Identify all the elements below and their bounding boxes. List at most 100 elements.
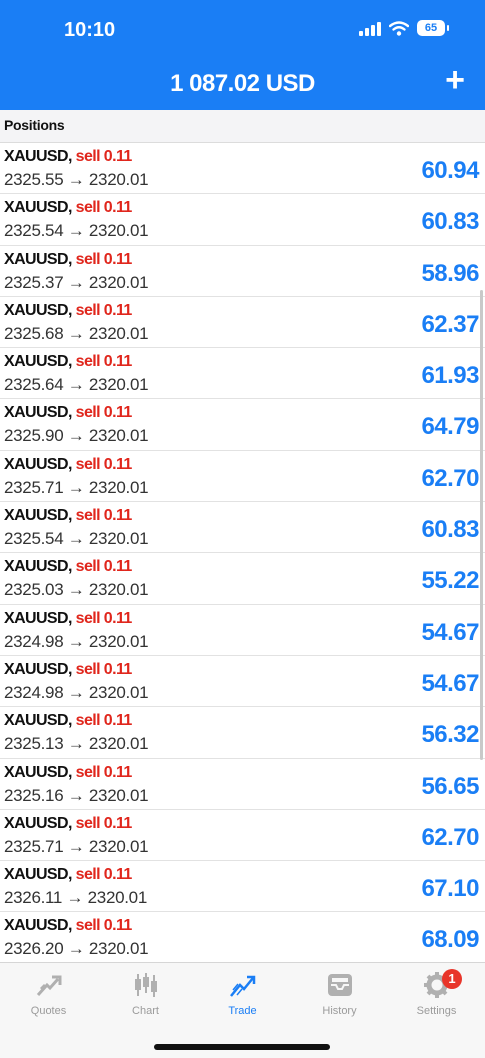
notification-badge: 1 — [442, 969, 462, 989]
position-symbol: XAUUSD, — [4, 558, 72, 576]
position-row[interactable]: XAUUSD, sell 0.11 2325.90 → 2320.01 64.79 — [0, 399, 485, 451]
position-type: sell 0.11 — [75, 558, 133, 576]
position-type: sell 0.11 — [75, 917, 133, 935]
position-title: XAUUSD, sell 0.11 — [4, 558, 132, 576]
position-prices: 2324.98 → 2320.01 — [4, 631, 149, 651]
trade-icon — [229, 975, 255, 997]
position-row[interactable]: XAUUSD, sell 0.11 2325.13 → 2320.01 56.32 — [0, 707, 485, 759]
position-symbol: XAUUSD, — [4, 199, 72, 217]
position-profit: 60.94 — [421, 157, 479, 184]
position-prices: 2325.68 → 2320.01 — [4, 323, 149, 343]
position-prices: 2325.03 → 2320.01 — [4, 580, 149, 600]
position-prices: 2326.11 → 2320.01 — [4, 888, 147, 908]
tab-label: Settings — [416, 1005, 457, 1017]
position-type: sell 0.11 — [75, 353, 133, 371]
position-profit: 60.83 — [421, 516, 479, 544]
position-type: sell 0.11 — [75, 507, 133, 525]
status-icons: 65 — [359, 20, 449, 36]
position-type: sell 0.11 — [75, 866, 133, 884]
position-prices: 2325.54 → 2320.01 — [4, 221, 149, 241]
position-type: sell 0.11 — [75, 763, 133, 781]
position-profit: 61.93 — [421, 362, 479, 390]
position-prices: 2325.16 → 2320.01 — [4, 785, 149, 805]
position-prices: 2324.98 → 2320.01 — [4, 682, 149, 702]
position-title: XAUUSD, sell 0.11 — [4, 866, 132, 884]
position-title: XAUUSD, sell 0.11 — [4, 456, 132, 474]
position-row[interactable]: XAUUSD, sell 0.11 2325.54 → 2320.01 60.83 — [0, 502, 485, 554]
position-profit: 55.22 — [421, 567, 479, 595]
tab-settings[interactable]: 1 Settings — [388, 969, 485, 1017]
position-profit: 54.67 — [421, 669, 479, 697]
position-profit: 56.32 — [421, 721, 479, 749]
position-symbol: XAUUSD, — [4, 917, 72, 935]
position-profit: 62.70 — [421, 464, 479, 492]
position-prices: 2326.20 → 2320.01 — [4, 939, 149, 959]
position-row[interactable]: XAUUSD, sell 0.11 2325.68 → 2320.01 62.37 — [0, 297, 485, 349]
position-symbol: XAUUSD, — [4, 814, 72, 832]
position-prices: 2325.71 → 2320.01 — [4, 836, 149, 856]
history-icon — [327, 974, 352, 996]
position-type: sell 0.11 — [75, 199, 133, 217]
home-indicator — [154, 1044, 330, 1050]
position-title: XAUUSD, sell 0.11 — [4, 302, 132, 320]
tab-history[interactable]: History — [291, 971, 388, 1017]
position-row[interactable]: XAUUSD, sell 0.11 2325.03 → 2320.01 55.22 — [0, 553, 485, 605]
position-row[interactable]: XAUUSD, sell 0.11 2324.98 → 2320.01 54.67 — [0, 656, 485, 708]
positions-section-header: Positions — [0, 110, 485, 143]
position-profit: 62.37 — [421, 310, 479, 338]
position-row[interactable]: XAUUSD, sell 0.11 2325.55 → 2320.01 60.94 — [0, 143, 485, 195]
position-type: sell 0.11 — [75, 455, 133, 473]
position-symbol: XAUUSD, — [4, 763, 72, 781]
position-title: XAUUSD, sell 0.11 — [4, 353, 132, 371]
position-profit: 67.10 — [421, 875, 479, 903]
positions-list: XAUUSD, sell 0.11 2325.55 → 2320.01 60.94 X… — [0, 143, 485, 964]
position-row[interactable]: XAUUSD, sell 0.11 2325.16 → 2320.01 56.65 — [0, 759, 485, 810]
position-prices: 2325.90 → 2320.01 — [4, 426, 149, 446]
position-profit: 54.67 — [421, 618, 479, 646]
position-symbol: XAUUSD, — [4, 353, 72, 371]
position-row[interactable]: XAUUSD, sell 0.11 2326.20 → 2320.01 68.09 — [0, 912, 485, 964]
position-row[interactable]: XAUUSD, sell 0.11 2325.54 → 2320.01 60.83 — [0, 194, 485, 246]
position-symbol: XAUUSD, — [4, 404, 72, 422]
battery-icon: 65 — [417, 20, 449, 36]
add-order-button[interactable]: + — [445, 60, 465, 100]
tab-label: Chart — [132, 1005, 159, 1017]
position-type: sell 0.11 — [75, 609, 133, 627]
position-title: XAUUSD, sell 0.11 — [4, 815, 132, 833]
position-title: XAUUSD, sell 0.11 — [4, 199, 132, 217]
position-profit: 56.65 — [421, 772, 479, 800]
position-row[interactable]: XAUUSD, sell 0.11 2325.71 → 2320.01 62.70 — [0, 810, 485, 862]
position-profit: 68.09 — [421, 926, 479, 954]
position-row[interactable]: XAUUSD, sell 0.11 2325.71 → 2320.01 62.70 — [0, 451, 485, 503]
position-symbol: XAUUSD, — [4, 660, 72, 678]
position-row[interactable]: XAUUSD, sell 0.11 2326.11 → 2320.01 67.10 — [0, 861, 485, 913]
position-row[interactable]: XAUUSD, sell 0.11 2324.98 → 2320.01 54.67 — [0, 605, 485, 656]
position-row[interactable]: XAUUSD, sell 0.11 2325.64 → 2320.01 61.93 — [0, 348, 485, 400]
position-row[interactable]: XAUUSD, sell 0.11 2325.37 → 2320.01 58.96 — [0, 246, 485, 297]
position-title: XAUUSD, sell 0.11 — [4, 251, 132, 269]
position-symbol: XAUUSD, — [4, 301, 72, 319]
balance-title: 1 087.02 USD — [170, 70, 315, 97]
tab-chart[interactable]: Chart — [97, 971, 194, 1017]
position-title: XAUUSD, sell 0.11 — [4, 404, 132, 422]
tab-trade[interactable]: Trade — [194, 971, 291, 1017]
signal-icon — [359, 20, 381, 36]
position-type: sell 0.11 — [75, 250, 133, 268]
position-prices: 2325.71 → 2320.01 — [4, 477, 149, 497]
wifi-icon — [389, 20, 409, 36]
position-symbol: XAUUSD, — [4, 609, 72, 627]
position-type: sell 0.11 — [75, 660, 133, 678]
position-profit: 64.79 — [421, 413, 479, 441]
top-bar: 10:10 65 1 087.02 USD + — [0, 0, 485, 110]
position-profit: 60.83 — [421, 208, 479, 236]
position-title: XAUUSD, sell 0.11 — [4, 148, 132, 166]
tab-quotes[interactable]: Quotes — [0, 971, 97, 1017]
position-title: XAUUSD, sell 0.11 — [4, 764, 132, 782]
position-prices: 2325.13 → 2320.01 — [4, 734, 149, 754]
position-type: sell 0.11 — [75, 814, 133, 832]
position-title: XAUUSD, sell 0.11 — [4, 712, 132, 730]
position-profit: 58.96 — [421, 259, 479, 287]
position-prices: 2325.64 → 2320.01 — [4, 375, 149, 395]
position-title: XAUUSD, sell 0.11 — [4, 610, 132, 628]
scrollbar[interactable] — [480, 290, 483, 760]
